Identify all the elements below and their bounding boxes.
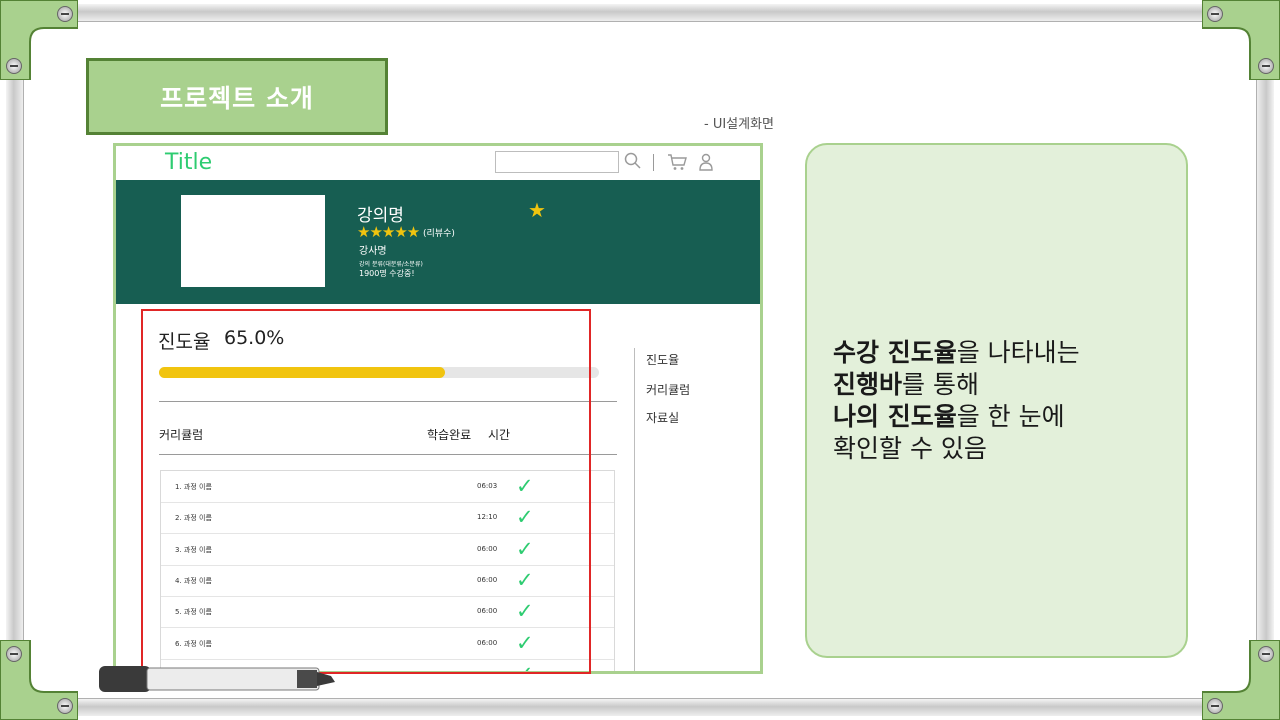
frame-rail-right <box>1256 40 1274 680</box>
desc-text-1: 을 나타내는 <box>956 338 1080 367</box>
course-banner: 강의명 ★★★★★ (리뷰수) 강사명 강의 분류(대분류/소분류) 1900명… <box>116 180 760 304</box>
description-text: 수강 진도율을 나타내는 진행바를 통해 나의 진도율을 한 눈에 확인할 수 … <box>833 337 1080 465</box>
highlight-box <box>141 309 591 674</box>
screw-icon <box>1258 58 1274 74</box>
side-nav-curriculum[interactable]: 커리큘럼 <box>646 381 690 398</box>
slide: 프로젝트 소개 - UI설계화면 Title 강의명 ★★★★★ (리뷰수) 강… <box>0 0 1280 720</box>
frame-rail-left <box>6 40 24 680</box>
search-input[interactable] <box>495 151 619 173</box>
side-nav-progress[interactable]: 진도율 <box>646 351 679 368</box>
marker-pen-icon <box>99 666 335 692</box>
search-icon[interactable] <box>624 152 641 169</box>
screw-icon <box>6 58 22 74</box>
teacher-name: 강사명 <box>359 246 387 257</box>
description-panel: 수강 진도율을 나타내는 진행바를 통해 나의 진도율을 한 눈에 확인할 수 … <box>805 143 1188 658</box>
screw-icon <box>1207 698 1223 714</box>
frame-rail-top <box>40 4 1240 22</box>
slide-title-tab: 프로젝트 소개 <box>86 58 388 135</box>
screw-icon <box>1207 6 1223 22</box>
desc-text-4: 확인할 수 있음 <box>833 434 987 463</box>
user-icon[interactable] <box>698 153 714 171</box>
site-title[interactable]: Title <box>165 150 212 175</box>
desc-bold-2: 진행바 <box>833 370 903 399</box>
desc-text-3: 을 한 눈에 <box>956 402 1065 431</box>
cart-icon[interactable] <box>667 153 687 171</box>
header-separator <box>653 154 654 171</box>
slide-caption: - UI설계화면 <box>704 117 775 132</box>
screw-icon <box>1258 646 1274 662</box>
frame-rail-bottom <box>40 698 1240 716</box>
course-thumbnail <box>181 195 325 287</box>
side-nav-divider <box>634 348 635 671</box>
rating-stars: ★★★★★ <box>357 223 420 241</box>
slide-title: 프로젝트 소개 <box>160 83 314 113</box>
desc-bold-1: 수강 진도율 <box>833 338 957 367</box>
course-category: 강의 분류(대분류/소분류) <box>359 261 423 268</box>
favorite-star-icon[interactable]: ★ <box>528 198 546 222</box>
student-count: 1900명 수강중! <box>359 269 415 278</box>
screw-icon <box>57 6 73 22</box>
side-nav-resources[interactable]: 자료실 <box>646 409 679 426</box>
screw-icon <box>57 698 73 714</box>
review-count: (리뷰수) <box>423 229 455 239</box>
desc-bold-3: 나의 진도율 <box>833 402 957 431</box>
desc-text-2: 를 통해 <box>902 370 979 399</box>
screw-icon <box>6 646 22 662</box>
